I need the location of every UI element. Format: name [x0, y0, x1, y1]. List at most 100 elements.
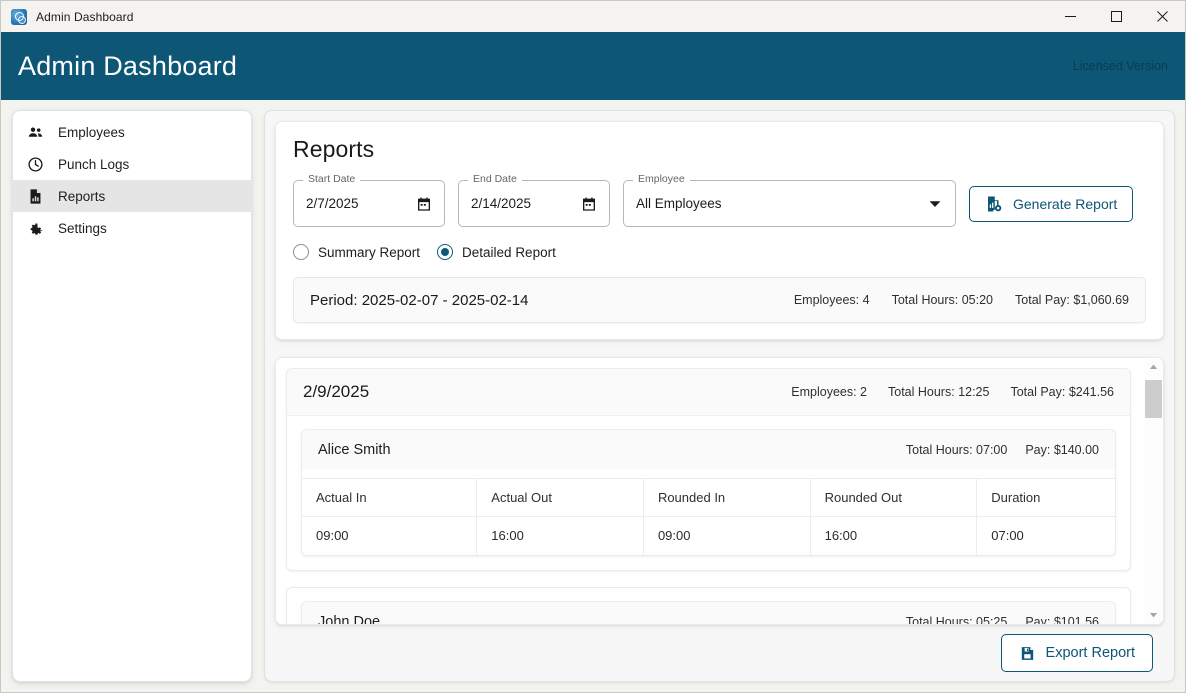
employee-total-hours: Total Hours: 07:00 — [906, 443, 1007, 457]
end-date-value: 2/14/2025 — [471, 196, 531, 211]
minimize-button[interactable] — [1047, 1, 1093, 32]
results-vertical-scrollbar[interactable] — [1145, 359, 1162, 623]
day-group-date: 2/9/2025 — [303, 382, 369, 402]
punches-table: Actual In Actual Out Rounded In Rounded … — [302, 478, 1115, 555]
period-range: Period: 2025-02-07 - 2025-02-14 — [310, 292, 528, 309]
title-bar: Admin Dashboard — [1, 1, 1185, 32]
clock-icon — [27, 156, 44, 173]
employee-block-stats: Total Hours: 07:00 Pay: $140.00 — [906, 443, 1099, 457]
period-summary-bar: Period: 2025-02-07 - 2025-02-14 Employee… — [293, 277, 1146, 323]
cell-actual-out: 16:00 — [477, 517, 644, 555]
employee-pay: Pay: $101.56 — [1025, 615, 1099, 625]
sidebar-item-punch-logs[interactable]: Punch Logs — [13, 148, 251, 180]
radio-summary-report[interactable]: Summary Report — [293, 244, 420, 260]
day-group: 2/9/2025 Employees: 2 Total Hours: 12:25… — [286, 368, 1131, 571]
day-total-hours: Total Hours: 12:25 — [888, 385, 989, 399]
radio-detailed-report-label: Detailed Report — [462, 245, 556, 260]
column-rounded-in: Rounded In — [643, 479, 810, 517]
report-filters-row: Start Date 2/7/2025 End Date 2/14/2025 — [293, 180, 1146, 227]
calendar-icon[interactable] — [581, 196, 597, 212]
report-results-card: 2/9/2025 Employees: 2 Total Hours: 12:25… — [275, 357, 1164, 625]
generate-report-button[interactable]: Generate Report — [969, 186, 1133, 222]
employee-name: John Doe — [318, 614, 380, 625]
employee-select[interactable]: Employee All Employees — [623, 180, 956, 227]
scroll-down-arrow-icon[interactable] — [1145, 606, 1162, 623]
employee-pay: Pay: $140.00 — [1025, 443, 1099, 457]
cell-rounded-in: 09:00 — [643, 517, 810, 555]
calendar-icon[interactable] — [416, 196, 432, 212]
cell-duration: 07:00 — [977, 517, 1115, 555]
employee-block: Alice Smith Total Hours: 07:00 Pay: $140… — [301, 429, 1116, 556]
employee-block-stats: Total Hours: 05:25 Pay: $101.56 — [906, 615, 1099, 625]
cell-actual-in: 09:00 — [302, 517, 477, 555]
sidebar-item-label: Punch Logs — [58, 157, 129, 172]
save-file-icon — [1019, 645, 1036, 662]
clock-globe-icon — [11, 9, 27, 25]
summary-total-hours: Total Hours: 05:20 — [892, 293, 993, 307]
end-date-field[interactable]: End Date 2/14/2025 — [458, 180, 610, 227]
day-group-stats: Employees: 2 Total Hours: 12:25 Total Pa… — [791, 385, 1114, 399]
scrollbar-track[interactable] — [1145, 376, 1162, 606]
period-stats: Employees: 4 Total Hours: 05:20 Total Pa… — [794, 293, 1129, 307]
employee-block-header: Alice Smith Total Hours: 07:00 Pay: $140… — [302, 430, 1115, 470]
window-title: Admin Dashboard — [36, 10, 134, 24]
maximize-button[interactable] — [1093, 1, 1139, 32]
sidebar-item-settings[interactable]: Settings — [13, 212, 251, 244]
people-icon — [27, 124, 44, 141]
start-date-label: Start Date — [303, 174, 360, 185]
employee-select-value: All Employees — [636, 196, 722, 211]
report-type-radio-group: Summary Report Detailed Report — [293, 244, 1146, 260]
radio-dot-icon — [437, 244, 453, 260]
day-group-partial: John Doe Total Hours: 05:25 Pay: $101.56 — [286, 587, 1131, 625]
app-body: Employees Punch Logs Reports Settings — [1, 100, 1185, 692]
chevron-down-icon[interactable] — [929, 200, 941, 208]
page-title: Admin Dashboard — [18, 51, 237, 82]
report-controls-card: Reports Start Date 2/7/2025 End Date 2/1… — [275, 121, 1164, 340]
sidebar-item-label: Employees — [58, 125, 125, 140]
employee-block-header: John Doe Total Hours: 05:25 Pay: $101.56 — [302, 602, 1115, 625]
window-controls — [1047, 1, 1185, 32]
gear-icon — [27, 220, 44, 237]
summary-total-pay: Total Pay: $1,060.69 — [1015, 293, 1129, 307]
table-header-row: Actual In Actual Out Rounded In Rounded … — [302, 479, 1115, 517]
employee-select-label: Employee — [633, 174, 690, 185]
start-date-value: 2/7/2025 — [306, 196, 359, 211]
employee-name: Alice Smith — [318, 442, 391, 458]
radio-detailed-report[interactable]: Detailed Report — [437, 244, 556, 260]
close-button[interactable] — [1139, 1, 1185, 32]
column-rounded-out: Rounded Out — [810, 479, 977, 517]
day-employees: Employees: 2 — [791, 385, 867, 399]
main-panel: Reports Start Date 2/7/2025 End Date 2/1… — [264, 110, 1175, 682]
sidebar-item-reports[interactable]: Reports — [13, 180, 251, 212]
radio-dot-icon — [293, 244, 309, 260]
sidebar-item-employees[interactable]: Employees — [13, 116, 251, 148]
sidebar: Employees Punch Logs Reports Settings — [12, 110, 252, 682]
day-group-header: 2/9/2025 Employees: 2 Total Hours: 12:25… — [287, 369, 1130, 416]
license-status: Licensed Version — [1073, 59, 1168, 73]
report-results-scroll-area: 2/9/2025 Employees: 2 Total Hours: 12:25… — [276, 358, 1163, 624]
end-date-label: End Date — [468, 174, 522, 185]
day-total-pay: Total Pay: $241.56 — [1010, 385, 1114, 399]
scroll-up-arrow-icon[interactable] — [1145, 359, 1162, 376]
sidebar-item-label: Settings — [58, 221, 107, 236]
column-actual-out: Actual Out — [477, 479, 644, 517]
app-header: Admin Dashboard Licensed Version — [1, 32, 1185, 100]
cell-rounded-out: 16:00 — [810, 517, 977, 555]
column-duration: Duration — [977, 479, 1115, 517]
main-footer: Export Report — [275, 625, 1164, 681]
report-icon — [27, 188, 44, 205]
sidebar-item-label: Reports — [58, 189, 105, 204]
start-date-field[interactable]: Start Date 2/7/2025 — [293, 180, 445, 227]
export-report-label: Export Report — [1046, 645, 1135, 661]
app-window: Admin Dashboard Admin Dashboard Licensed… — [0, 0, 1186, 693]
employee-total-hours: Total Hours: 05:25 — [906, 615, 1007, 625]
generate-report-label: Generate Report — [1013, 196, 1117, 212]
column-actual-in: Actual In — [302, 479, 477, 517]
employee-block: John Doe Total Hours: 05:25 Pay: $101.56 — [301, 601, 1116, 625]
generate-report-icon — [985, 195, 1003, 213]
export-report-button[interactable]: Export Report — [1001, 634, 1153, 672]
scrollbar-thumb[interactable] — [1145, 380, 1162, 418]
summary-employees: Employees: 4 — [794, 293, 870, 307]
reports-heading: Reports — [293, 136, 1146, 163]
radio-summary-report-label: Summary Report — [318, 245, 420, 260]
